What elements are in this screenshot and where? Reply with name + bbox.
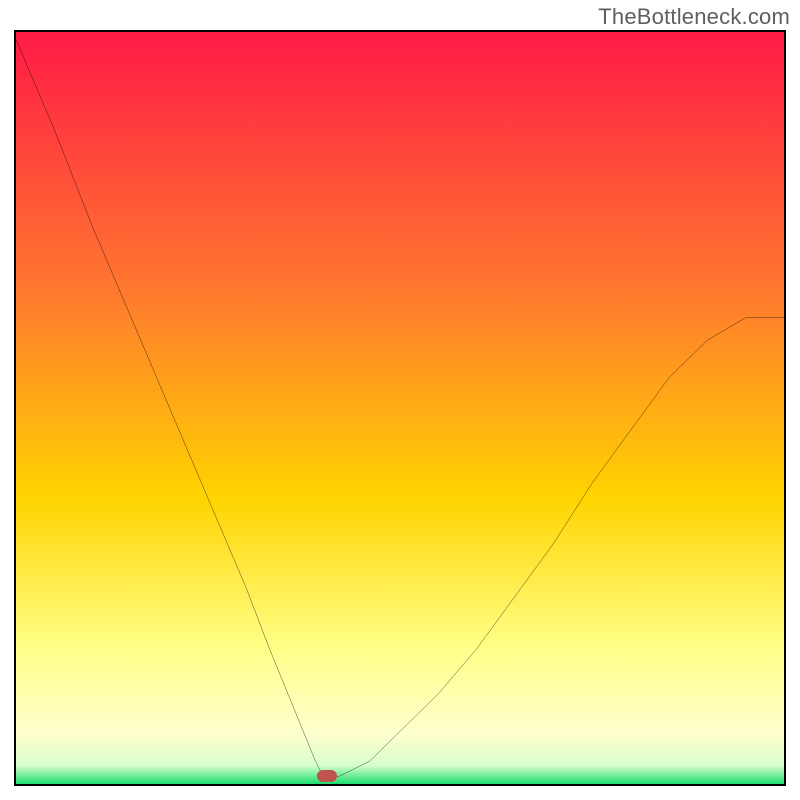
plot-svg bbox=[16, 32, 784, 784]
optimal-point-marker bbox=[317, 770, 337, 782]
watermark-text: TheBottleneck.com bbox=[598, 4, 790, 30]
plot-area bbox=[14, 30, 786, 786]
gradient-background bbox=[16, 32, 784, 784]
chart-frame: TheBottleneck.com bbox=[0, 0, 800, 800]
